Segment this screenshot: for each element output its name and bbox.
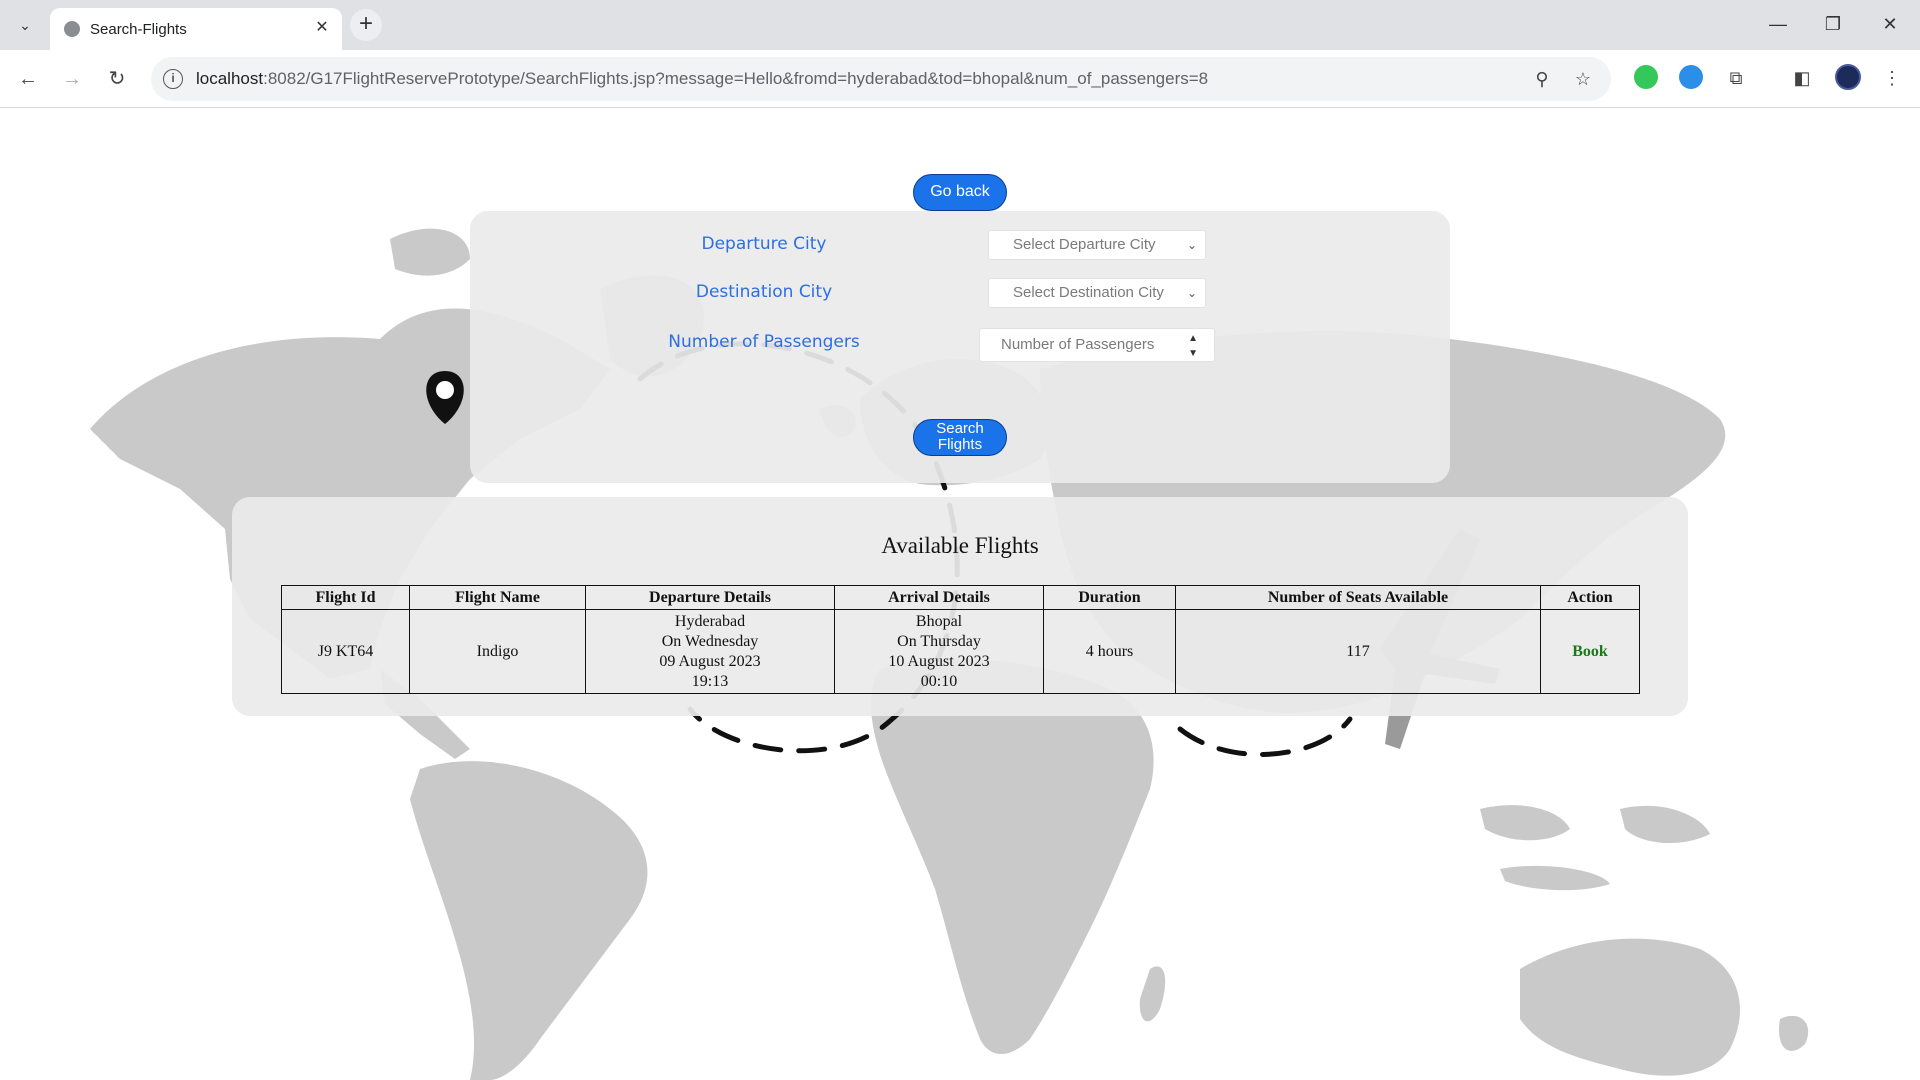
flight-id-cell: J9 KT64 [281, 609, 410, 694]
close-window-icon[interactable]: ✕ [1872, 10, 1908, 38]
departure-city: Hyderabad [674, 612, 746, 630]
action-cell: Book [1540, 609, 1640, 694]
url-text[interactable]: localhost:8082/G17FlightReservePrototype… [196, 69, 1208, 89]
plus-icon[interactable]: + [350, 9, 382, 41]
arrival-cell: Bhopal On Thursday 10 August 2023 00:10 [834, 609, 1044, 694]
chevron-down-icon[interactable]: ⌄ [14, 14, 36, 36]
arrow-left-icon[interactable]: ← [13, 64, 43, 94]
search-flights-button[interactable]: Search Flights [913, 419, 1007, 456]
puzzle-icon[interactable]: ⧉ [1724, 66, 1748, 90]
flight-name-cell: Indigo [409, 609, 586, 694]
col-action: Action [1540, 585, 1640, 610]
destination-city-value: Select Destination City [1013, 284, 1164, 301]
browser-tab[interactable]: Search-Flights ✕ [50, 8, 342, 50]
col-departure: Departure Details [585, 585, 835, 610]
zoom-icon[interactable]: ⚲ [1530, 67, 1554, 91]
chevron-down-icon: ⌄ [1186, 286, 1197, 300]
arrow-right-icon[interactable]: → [57, 64, 87, 94]
col-flight-id: Flight Id [281, 585, 410, 610]
col-duration: Duration [1043, 585, 1176, 610]
passengers-input[interactable]: Number of Passengers ▲ ▼ [979, 328, 1215, 362]
departure-cell: Hyderabad On Wednesday 09 August 2023 19… [585, 609, 835, 694]
browser-tab-bar: ⌄ Search-Flights ✕ + — ❐ ✕ [0, 0, 1920, 50]
address-bar[interactable]: i localhost:8082/G17FlightReservePrototy… [151, 57, 1611, 101]
table-header-row: Flight Id Flight Name Departure Details … [281, 585, 1640, 610]
spin-down-icon[interactable]: ▼ [1188, 338, 1198, 370]
flights-table: Flight Id Flight Name Departure Details … [281, 585, 1640, 694]
url-host: localhost [196, 69, 264, 88]
departure-city-label: Departure City [701, 234, 827, 254]
passengers-placeholder: Number of Passengers [1001, 336, 1155, 353]
departure-day: On Wednesday [661, 632, 759, 650]
col-flight-name: Flight Name [409, 585, 586, 610]
arrival-time: 00:10 [920, 672, 958, 690]
maximize-icon[interactable]: ❐ [1815, 10, 1851, 38]
tab-title: Search-Flights [90, 21, 187, 38]
page-viewport: Go back Departure City Select Departure … [0, 109, 1920, 1080]
departure-date: 09 August 2023 [659, 652, 761, 670]
destination-city-label: Destination City [695, 282, 833, 302]
avatar-icon[interactable] [1835, 64, 1861, 90]
departure-city-select[interactable]: Select Departure City ⌄ [988, 230, 1206, 260]
globe-icon [64, 21, 80, 37]
duration-cell: 4 hours [1043, 609, 1176, 694]
extension-green-icon[interactable] [1634, 65, 1658, 89]
star-icon[interactable]: ☆ [1571, 67, 1595, 91]
search-form-panel: Departure City Select Departure City ⌄ D… [470, 211, 1450, 483]
search-label-line2: Flights [937, 436, 983, 453]
seats-cell: 117 [1175, 609, 1541, 694]
departure-city-value: Select Departure City [1013, 236, 1156, 253]
col-arrival: Arrival Details [834, 585, 1044, 610]
passengers-label: Number of Passengers [668, 332, 860, 352]
arrival-day: On Thursday [897, 632, 981, 650]
arrival-date: 10 August 2023 [888, 652, 990, 670]
destination-city-select[interactable]: Select Destination City ⌄ [988, 278, 1206, 308]
book-link[interactable]: Book [1572, 643, 1608, 660]
search-label-line1: Search [936, 420, 984, 437]
go-back-button[interactable]: Go back [913, 174, 1007, 211]
departure-time: 19:13 [691, 672, 729, 690]
close-icon[interactable]: ✕ [312, 18, 332, 38]
side-panel-icon[interactable]: ◧ [1790, 66, 1814, 90]
kebab-menu-icon[interactable]: ⋮ [1880, 66, 1904, 90]
col-seats: Number of Seats Available [1175, 585, 1541, 610]
info-icon[interactable]: i [163, 69, 183, 89]
reload-icon[interactable]: ↻ [102, 64, 132, 94]
minimize-icon[interactable]: — [1760, 10, 1796, 38]
chevron-down-icon: ⌄ [1186, 238, 1197, 252]
browser-toolbar: ← → ↻ i localhost:8082/G17FlightReserveP… [0, 50, 1920, 108]
extension-blue-icon[interactable] [1679, 65, 1703, 89]
results-panel: Available Flights Flight Id Flight Name … [232, 497, 1688, 716]
table-row: J9 KT64 Indigo Hyderabad On Wednesday 09… [281, 609, 1640, 694]
arrival-city: Bhopal [915, 612, 963, 630]
results-title: Available Flights [881, 533, 1039, 558]
url-path: :8082/G17FlightReservePrototype/SearchFl… [263, 69, 1209, 88]
